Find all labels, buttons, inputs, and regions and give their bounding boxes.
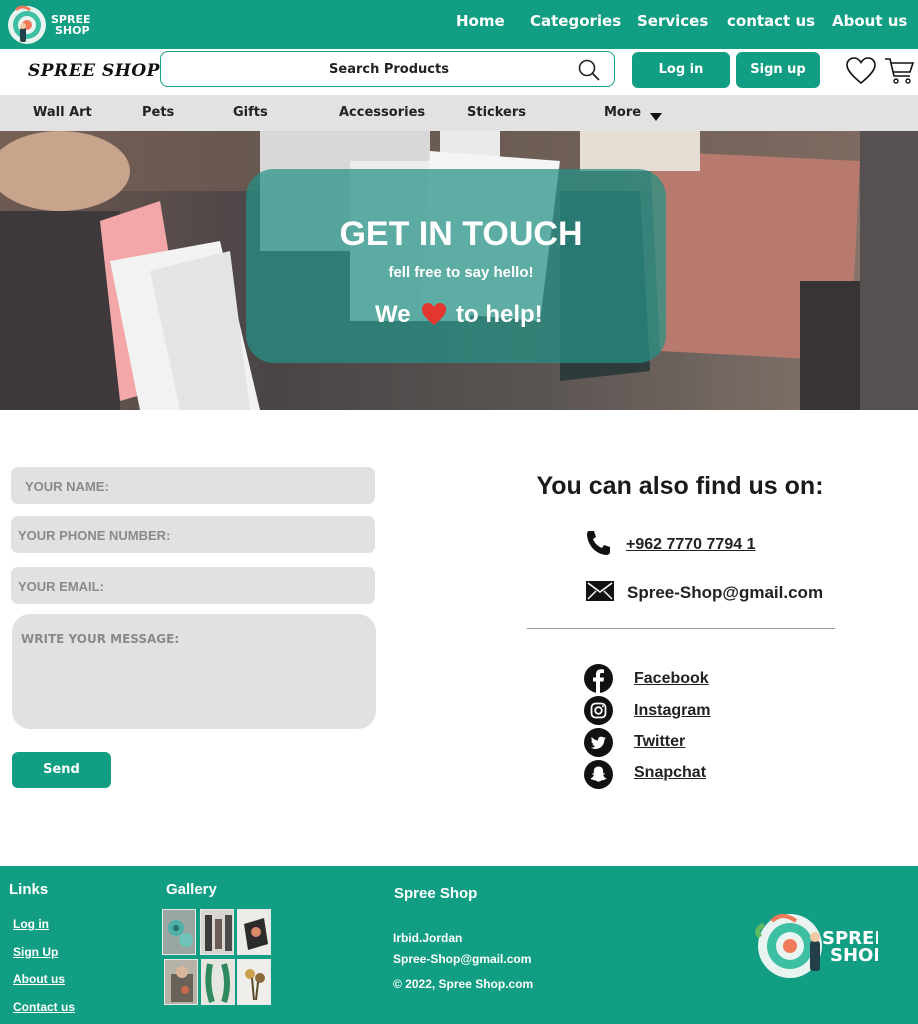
instagram-link[interactable]: Instagram xyxy=(634,702,710,720)
category-bar xyxy=(0,95,918,131)
twitter-icon[interactable] xyxy=(584,728,613,757)
hero-tagline-we: We xyxy=(375,301,411,328)
facebook-link[interactable]: Facebook xyxy=(634,670,709,688)
nav-link-contact-us[interactable]: contact us xyxy=(727,12,815,30)
category-gifts[interactable]: Gifts xyxy=(233,105,268,120)
category-pets[interactable]: Pets xyxy=(142,105,174,120)
gallery-thumbnail[interactable] xyxy=(201,959,235,1005)
name-field[interactable]: YOUR NAME: xyxy=(11,467,375,504)
footer-gallery-heading: Gallery xyxy=(166,881,217,898)
footer-logo[interactable]: SPREE SHOP xyxy=(752,911,887,981)
footer-links-heading: Links xyxy=(9,881,49,898)
email-field-placeholder: YOUR EMAIL: xyxy=(18,579,104,594)
category-more[interactable]: More xyxy=(604,105,641,120)
hero-subtitle: fell free to say hello! xyxy=(388,264,534,281)
instagram-icon[interactable] xyxy=(584,696,613,725)
gallery-thumbnail[interactable] xyxy=(162,909,196,955)
category-stickers[interactable]: Stickers xyxy=(467,105,526,120)
hero-tagline-help: to help! xyxy=(456,301,543,328)
gallery-thumbnail[interactable] xyxy=(237,959,271,1005)
login-button[interactable]: Log in xyxy=(632,52,730,88)
footer-link-login[interactable]: Log in xyxy=(13,917,49,931)
footer-link-about-us[interactable]: About us xyxy=(13,972,65,986)
phone-link[interactable]: +962 7770 7794 1 xyxy=(626,536,755,554)
phone-field[interactable]: YOUR PHONE NUMBER: xyxy=(11,516,375,553)
nav-link-about-us[interactable]: About us xyxy=(832,12,907,30)
envelope-icon xyxy=(586,581,614,601)
footer-link-contact-us[interactable]: Contact us xyxy=(13,1000,75,1014)
footer-email: Spree-Shop@gmail.com xyxy=(393,952,532,966)
send-button[interactable]: Send xyxy=(12,752,111,788)
nav-link-home[interactable]: Home xyxy=(456,12,505,30)
hero-title: GET IN TOUCH xyxy=(339,215,583,253)
heart-icon[interactable] xyxy=(846,57,876,85)
snapchat-link[interactable]: Snapchat xyxy=(634,764,706,782)
footer-link-signup[interactable]: Sign Up xyxy=(13,945,58,959)
facebook-icon[interactable] xyxy=(584,664,613,693)
gallery-thumbnail[interactable] xyxy=(237,909,271,955)
logo-text-line2: SHOP xyxy=(55,24,90,37)
snapchat-icon[interactable] xyxy=(584,760,613,789)
footer-shop-heading: Spree Shop xyxy=(394,885,478,902)
gallery-thumbnail[interactable] xyxy=(164,959,198,1005)
email-address: Spree-Shop@gmail.com xyxy=(627,583,824,602)
nav-link-categories[interactable]: Categories xyxy=(530,12,621,30)
spree-shop-logo[interactable]: SPREE SHOP xyxy=(6,2,90,46)
phone-field-placeholder: YOUR PHONE NUMBER: xyxy=(18,528,171,543)
signup-button[interactable]: Sign up xyxy=(736,52,820,88)
heart-filled-icon xyxy=(421,302,447,326)
search-input[interactable]: Search Products xyxy=(160,51,615,87)
contact-divider xyxy=(527,628,835,629)
phone-icon xyxy=(585,529,613,557)
category-wall-art[interactable]: Wall Art xyxy=(33,105,92,120)
message-textarea[interactable]: WRITE YOUR MESSAGE: xyxy=(12,614,376,729)
email-field[interactable]: YOUR EMAIL: xyxy=(11,567,375,604)
cart-icon[interactable] xyxy=(884,57,915,85)
category-accessories[interactable]: Accessories xyxy=(339,105,425,120)
brand-wordmark[interactable]: SPREE SHOP xyxy=(28,61,160,81)
name-field-placeholder: YOUR NAME: xyxy=(25,479,109,494)
footer-copyright: © 2022, Spree Shop.com xyxy=(393,977,534,991)
find-us-heading: You can also find us on: xyxy=(536,472,824,500)
caret-down-icon[interactable] xyxy=(650,108,662,121)
search-placeholder: Search Products xyxy=(329,62,449,77)
message-placeholder: WRITE YOUR MESSAGE: xyxy=(21,632,180,646)
gallery-thumbnail[interactable] xyxy=(200,909,234,955)
footer-location: Irbid.Jordan xyxy=(393,931,463,945)
nav-link-services[interactable]: Services xyxy=(637,12,708,30)
twitter-link[interactable]: Twitter xyxy=(634,733,685,751)
search-icon[interactable] xyxy=(577,58,601,82)
footer-logo-text-line2: SHOP xyxy=(830,945,878,966)
